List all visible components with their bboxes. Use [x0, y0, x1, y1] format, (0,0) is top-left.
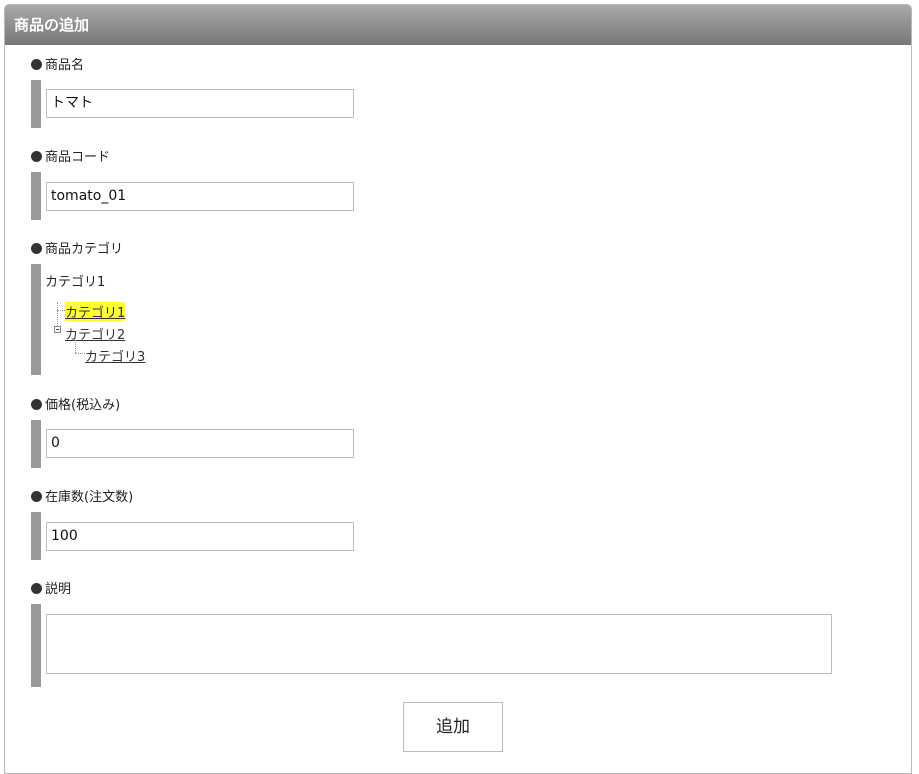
product-category-field: 商品カテゴリ カテゴリ1 カテゴリ1 カテゴリ2 カテゴリ3: [31, 242, 145, 375]
field-bar: [31, 172, 41, 220]
description-label: 説明: [45, 582, 72, 597]
bullet-icon: [31, 583, 42, 594]
bullet-icon: [31, 243, 42, 254]
product-code-label: 商品コード: [45, 150, 111, 165]
price-label: 価格(税込み): [45, 398, 121, 413]
category-tree: カテゴリ1 カテゴリ1 カテゴリ2 カテゴリ3: [31, 264, 145, 375]
field-bar: [31, 420, 41, 468]
description-textarea[interactable]: [46, 614, 832, 674]
product-category-label: 商品カテゴリ: [45, 242, 124, 257]
tree-expand-icon[interactable]: [54, 326, 61, 333]
price-input[interactable]: 0: [46, 429, 354, 458]
tree-connector: [75, 340, 76, 353]
add-button[interactable]: 追加: [403, 702, 503, 752]
product-code-field: 商品コード tomato_01: [31, 150, 354, 220]
stock-input[interactable]: 100: [46, 522, 354, 551]
bullet-icon: [31, 399, 42, 410]
field-bar: [31, 264, 41, 375]
category-selected-text: カテゴリ1: [45, 275, 106, 290]
product-name-input[interactable]: トマト: [46, 89, 354, 118]
price-field: 価格(税込み) 0: [31, 398, 354, 468]
bullet-icon: [31, 151, 42, 162]
stock-field: 在庫数(注文数) 100: [31, 490, 354, 560]
product-name-label: 商品名: [45, 58, 85, 73]
stock-label: 在庫数(注文数): [45, 490, 134, 505]
bullet-icon: [31, 59, 42, 70]
bullet-icon: [31, 491, 42, 502]
tree-item-category-1[interactable]: カテゴリ1: [65, 302, 126, 321]
field-bar: [31, 512, 41, 560]
product-code-input[interactable]: tomato_01: [46, 182, 354, 211]
panel-title: 商品の追加: [5, 5, 911, 45]
tree-connector: [75, 353, 85, 354]
tree-item-category-3[interactable]: カテゴリ3: [85, 346, 145, 365]
tree-connector: [57, 310, 65, 311]
field-bar: [31, 604, 41, 687]
field-bar: [31, 80, 41, 128]
product-name-field: 商品名 トマト: [31, 58, 354, 128]
description-field: 説明: [31, 582, 832, 687]
